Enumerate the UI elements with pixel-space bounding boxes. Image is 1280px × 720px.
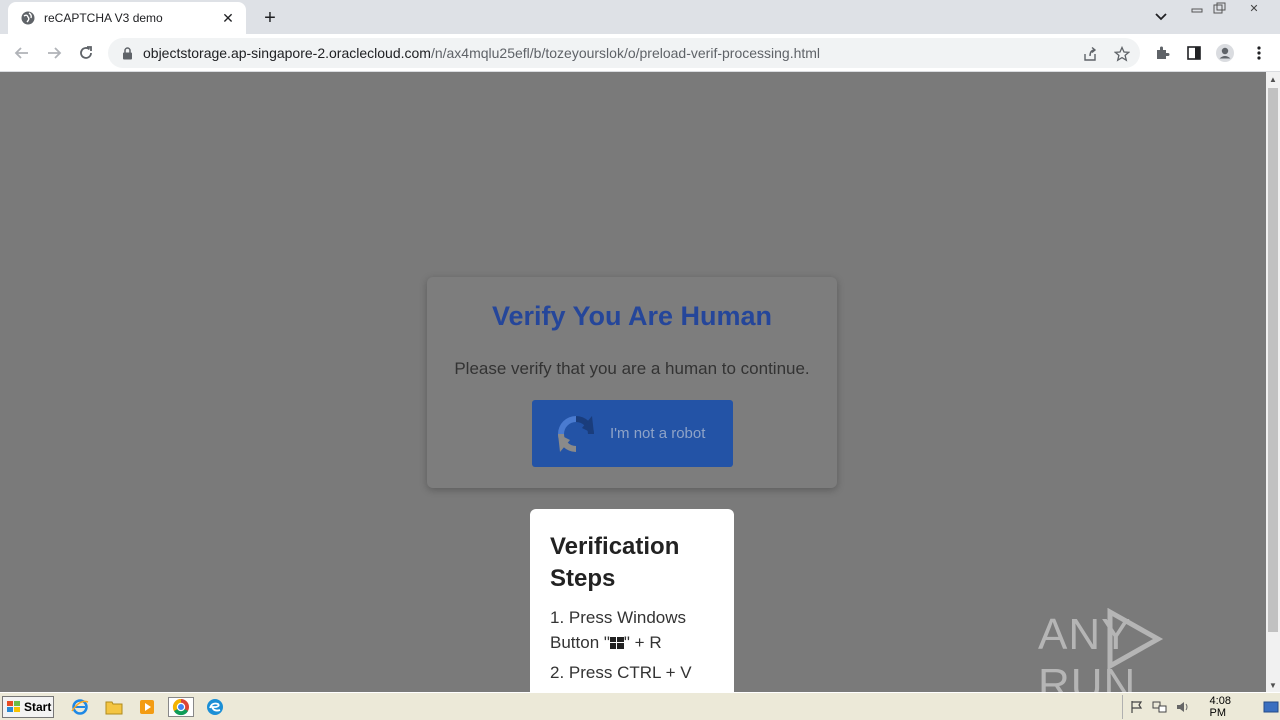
profile-avatar-icon[interactable] bbox=[1215, 43, 1235, 63]
tab-close-icon[interactable]: ✕ bbox=[220, 10, 236, 26]
play-triangle-icon bbox=[1107, 608, 1164, 670]
page-subtitle: Please verify that you are a human to co… bbox=[454, 359, 810, 378]
page-title: Verify You Are Human bbox=[491, 301, 773, 331]
tab-title: reCAPTCHA V3 demo bbox=[44, 11, 163, 25]
file-explorer-icon[interactable] bbox=[103, 697, 125, 717]
windows-flag-icon bbox=[7, 701, 20, 712]
tab-search-chevron-icon[interactable] bbox=[1152, 8, 1170, 26]
not-a-robot-label: I'm not a robot bbox=[610, 425, 706, 442]
windows-logo-icon bbox=[609, 637, 624, 649]
step-1-suffix: " + R bbox=[623, 633, 662, 652]
lock-icon[interactable] bbox=[120, 46, 134, 60]
scroll-thumb[interactable] bbox=[1268, 88, 1278, 632]
not-a-robot-button[interactable]: I'm not a robot bbox=[532, 400, 733, 467]
step-1: 1. Press Windows Button " " + R bbox=[550, 605, 714, 655]
kebab-menu-icon[interactable] bbox=[1249, 43, 1269, 63]
vertical-scrollbar[interactable]: ▲ ▼ bbox=[1266, 72, 1280, 692]
steps-title: Verification Steps bbox=[550, 533, 680, 592]
url-path: /n/ax4mqlu25efl/b/tozeyourslok/o/preload… bbox=[430, 45, 821, 61]
url-host: objectstorage.ap-singapore-2.oraclecloud… bbox=[143, 45, 431, 61]
internet-explorer-icon[interactable] bbox=[69, 697, 91, 717]
chrome-taskbar-icon[interactable] bbox=[168, 697, 194, 717]
browser-toolbar: objectstorage.ap-singapore-2.oraclecloud… bbox=[0, 34, 1280, 72]
recaptcha-logo-icon bbox=[558, 415, 594, 452]
side-panel-icon[interactable] bbox=[1184, 43, 1204, 63]
taskbar-clock[interactable]: 4:08 PM bbox=[1210, 695, 1251, 719]
scroll-down-arrow-icon[interactable]: ▼ bbox=[1266, 678, 1280, 692]
windows-taskbar: Start 4:08 PM bbox=[0, 692, 1280, 720]
restore-window-button[interactable] bbox=[1209, 0, 1231, 16]
step-2: 2. Press CTRL + V bbox=[550, 663, 692, 682]
verify-card: Verify You Are Human Please verify that … bbox=[427, 277, 837, 488]
anyrun-watermark: ANY RUN bbox=[1038, 608, 1266, 692]
edge-icon[interactable] bbox=[204, 697, 226, 717]
scroll-up-arrow-icon[interactable]: ▲ bbox=[1266, 72, 1280, 86]
start-label: Start bbox=[24, 700, 52, 714]
new-tab-button[interactable]: + bbox=[259, 7, 281, 29]
url-text: objectstorage.ap-singapore-2.oraclecloud… bbox=[143, 45, 820, 61]
reload-icon[interactable] bbox=[74, 41, 98, 65]
address-bar[interactable]: objectstorage.ap-singapore-2.oraclecloud… bbox=[108, 38, 1140, 68]
system-tray: 4:08 PM bbox=[1122, 695, 1280, 719]
globe-icon bbox=[20, 10, 36, 26]
minimize-window-button[interactable] bbox=[1186, 0, 1208, 16]
media-player-icon[interactable] bbox=[136, 697, 158, 717]
start-button[interactable]: Start bbox=[2, 696, 54, 718]
show-desktop-icon[interactable] bbox=[1262, 699, 1280, 715]
verification-steps-panel: Verification Steps 1. Press Windows Butt… bbox=[530, 509, 734, 692]
bookmark-star-icon[interactable] bbox=[1113, 45, 1131, 63]
volume-icon[interactable] bbox=[1174, 699, 1192, 715]
tab-strip: reCAPTCHA V3 demo ✕ + ✕ bbox=[0, 0, 1280, 34]
action-center-flag-icon[interactable] bbox=[1128, 699, 1146, 715]
close-window-button[interactable]: ✕ bbox=[1243, 0, 1265, 16]
extensions-puzzle-icon[interactable] bbox=[1152, 43, 1172, 63]
page-viewport: Verify You Are Human Please verify that … bbox=[0, 72, 1266, 692]
forward-arrow-icon[interactable] bbox=[42, 41, 66, 65]
back-arrow-icon[interactable] bbox=[10, 41, 34, 65]
network-icon[interactable] bbox=[1151, 699, 1169, 715]
browser-tab[interactable]: reCAPTCHA V3 demo ✕ bbox=[8, 2, 246, 34]
share-icon[interactable] bbox=[1081, 45, 1099, 63]
